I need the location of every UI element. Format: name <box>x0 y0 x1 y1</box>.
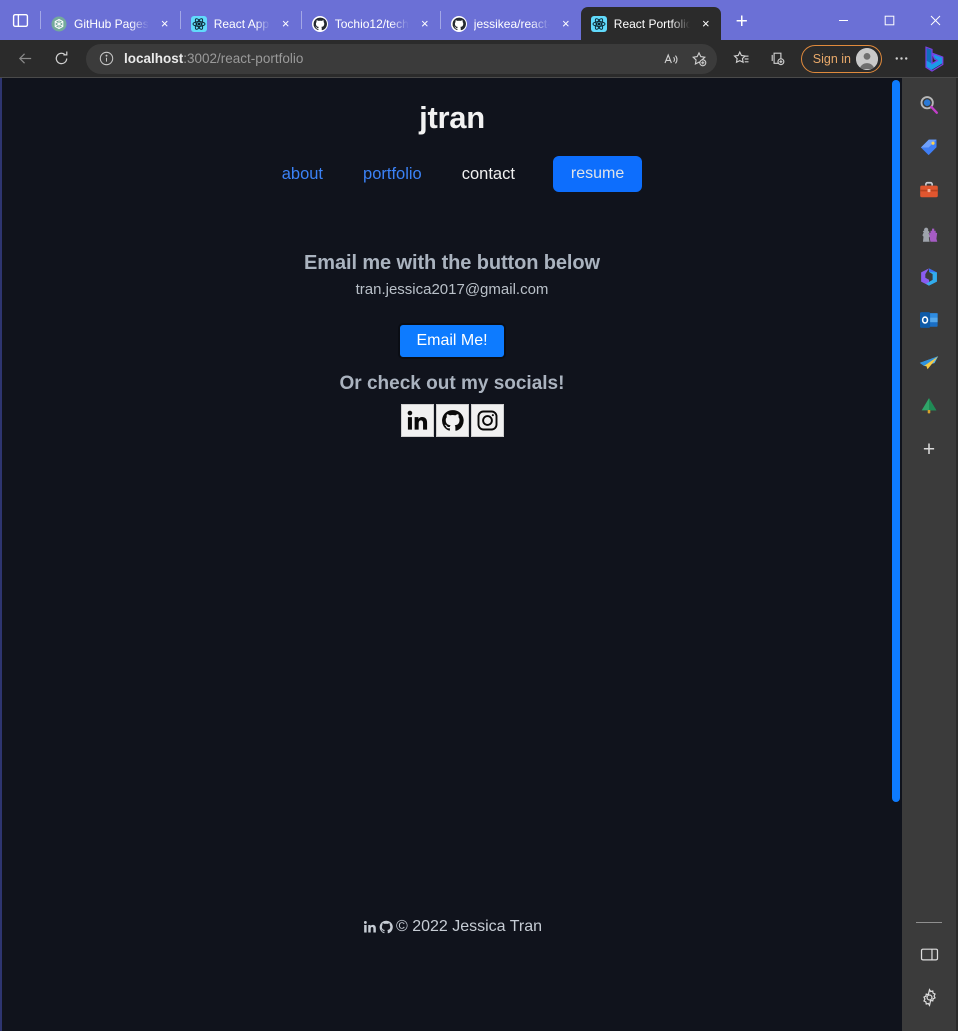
github-icon[interactable] <box>378 919 394 935</box>
close-icon[interactable]: × <box>697 15 715 33</box>
sidebar-divider <box>916 922 942 923</box>
browser-tab[interactable]: jessikea/react- × <box>441 7 581 40</box>
page-footer: © 2022 Jessica Tran <box>2 918 902 936</box>
instagram-icon[interactable] <box>470 404 504 437</box>
sign-in-label: Sign in <box>812 51 851 66</box>
read-aloud-icon[interactable] <box>657 46 685 72</box>
close-icon[interactable]: × <box>277 15 295 33</box>
page-title: jtran <box>419 100 485 135</box>
ellipsis-icon[interactable] <box>884 44 918 74</box>
browser-tab[interactable]: Tochio12/tech × <box>302 7 440 40</box>
browser-toolbar: localhost:3002/react-portfolio Sign in <box>0 40 958 78</box>
url-text[interactable]: localhost:3002/react-portfolio <box>124 51 657 66</box>
add-sidebar-button[interactable]: + <box>912 432 946 466</box>
split-screen-icon[interactable] <box>912 937 946 971</box>
tab-actions-icon[interactable] <box>0 0 40 40</box>
minimize-icon[interactable] <box>820 4 866 36</box>
tab-title: Tochio12/tech <box>334 16 409 31</box>
window-controls <box>820 0 958 40</box>
react-icon <box>190 15 207 32</box>
tab-strip: GitHub Pages × React App × Tochio12/tech… <box>0 0 820 40</box>
close-icon[interactable]: × <box>156 15 174 33</box>
sign-in-button[interactable]: Sign in <box>800 44 882 73</box>
browser-tab[interactable]: React App × <box>181 7 301 40</box>
info-circle-icon[interactable] <box>96 49 116 69</box>
socials-row <box>2 404 902 437</box>
url-host: localhost <box>124 51 184 66</box>
linkedin-icon[interactable] <box>400 404 434 437</box>
back-arrow-icon[interactable] <box>8 44 42 74</box>
scrollbar-thumb[interactable] <box>892 80 900 802</box>
nav-item-contact[interactable]: contact <box>442 157 535 192</box>
shopping-tag-icon[interactable] <box>912 131 946 165</box>
games-icon[interactable] <box>912 217 946 251</box>
contact-section: Email me with the button below tran.jess… <box>2 252 902 437</box>
copyright-text: © 2022 Jessica Tran <box>395 918 543 935</box>
tab-title: React App <box>213 16 270 31</box>
new-tab-button[interactable]: + <box>727 6 757 36</box>
browser-window: GitHub Pages × React App × Tochio12/tech… <box>0 0 958 1031</box>
sidebar-bottom <box>902 922 956 1023</box>
briefcase-icon[interactable] <box>912 174 946 208</box>
add-favorite-icon[interactable] <box>685 46 713 72</box>
telegram-icon[interactable] <box>912 346 946 380</box>
bing-copilot-icon[interactable] <box>920 44 950 74</box>
nav-item-about[interactable]: about <box>262 157 343 192</box>
close-icon[interactable]: × <box>416 15 434 33</box>
plus-icon: + <box>922 437 936 461</box>
office-icon[interactable] <box>912 260 946 294</box>
favorites-list-icon[interactable] <box>725 44 759 74</box>
openai-icon <box>51 16 67 32</box>
body-area: jtran about portfolio contact resume Ema… <box>0 78 958 1031</box>
profile-avatar-icon <box>856 47 878 70</box>
tab-title: GitHub Pages <box>74 16 149 31</box>
socials-heading: Or check out my socials! <box>339 373 565 394</box>
portfolio-page: jtran about portfolio contact resume Ema… <box>2 78 902 935</box>
gear-icon[interactable] <box>912 980 946 1014</box>
outlook-icon[interactable] <box>912 303 946 337</box>
tab-title: React Portfolio <box>613 16 690 31</box>
close-icon[interactable] <box>912 4 958 36</box>
tab-title: jessikea/react- <box>473 16 550 31</box>
maximize-icon[interactable] <box>866 4 912 36</box>
github-icon <box>450 15 467 32</box>
browser-tab[interactable]: GitHub Pages × <box>41 7 180 40</box>
close-icon[interactable]: × <box>557 15 575 33</box>
github-icon[interactable] <box>435 404 469 437</box>
tree-icon[interactable] <box>912 389 946 423</box>
nav-item-portfolio[interactable]: portfolio <box>343 157 442 192</box>
page-scrollbar[interactable] <box>891 78 902 1031</box>
react-icon <box>590 15 607 32</box>
main-nav: about portfolio contact resume <box>2 156 902 192</box>
url-path: :3002/react-portfolio <box>183 51 304 66</box>
collections-icon[interactable] <box>761 44 795 74</box>
email-me-button[interactable]: Email Me! <box>398 323 506 359</box>
contact-heading: Email me with the button below <box>304 252 600 274</box>
linkedin-icon[interactable] <box>362 919 378 935</box>
search-icon[interactable] <box>912 88 946 122</box>
page-viewport: jtran about portfolio contact resume Ema… <box>0 78 902 1031</box>
refresh-icon[interactable] <box>44 44 78 74</box>
address-bar[interactable]: localhost:3002/react-portfolio <box>86 43 717 74</box>
browser-tab-active[interactable]: React Portfolio × <box>580 7 721 40</box>
github-icon <box>311 15 328 32</box>
title-bar: GitHub Pages × React App × Tochio12/tech… <box>0 0 958 40</box>
contact-email: tran.jessica2017@gmail.com <box>355 281 549 298</box>
edge-sidebar: + <box>902 78 956 1031</box>
nav-item-resume[interactable]: resume <box>552 156 643 192</box>
